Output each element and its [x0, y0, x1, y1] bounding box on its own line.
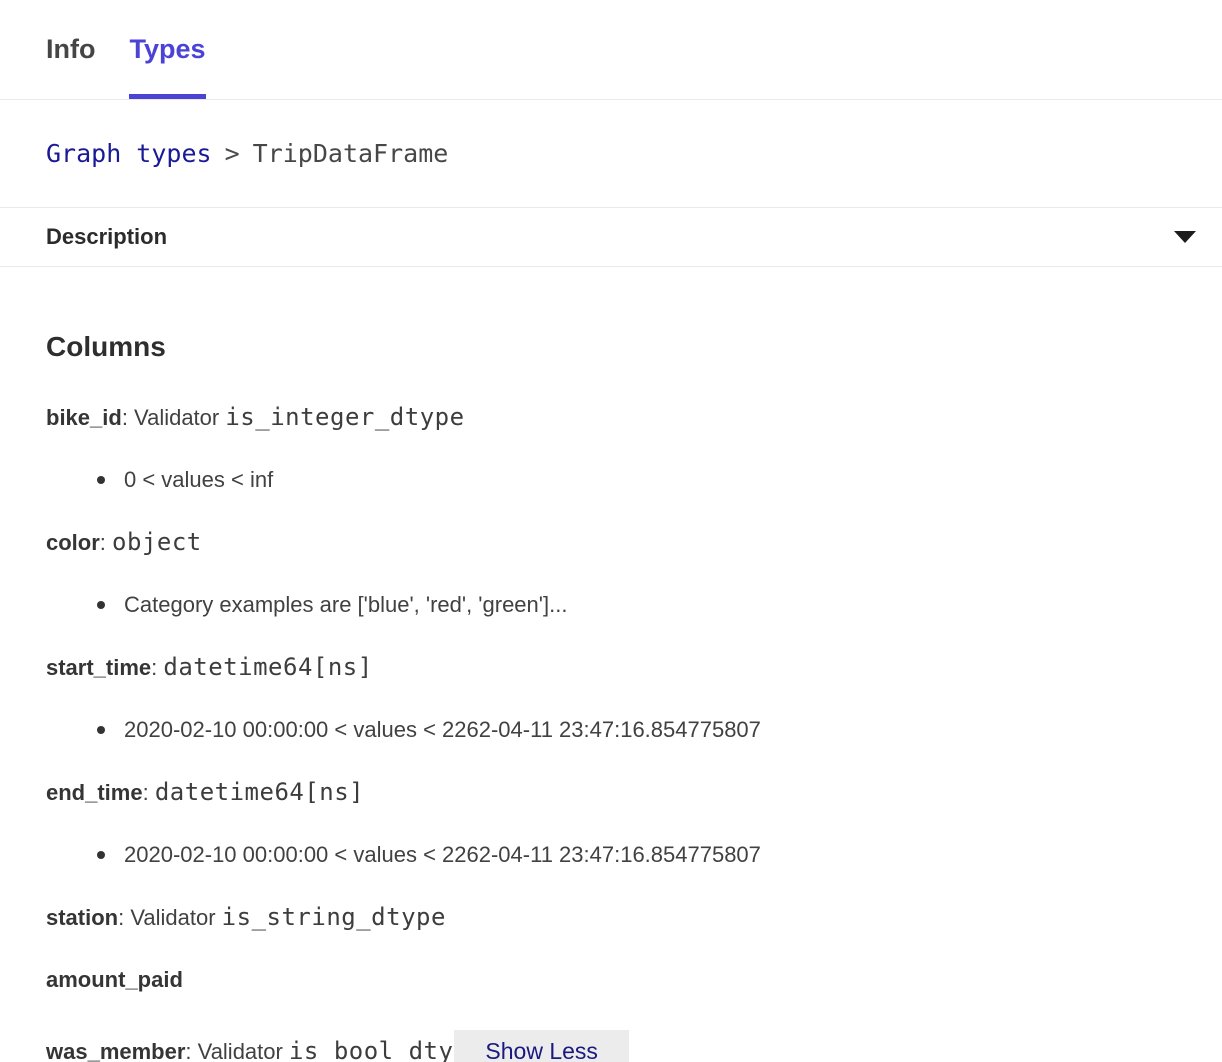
column-name: color	[46, 530, 100, 555]
show-less-button[interactable]: Show Less	[454, 1030, 629, 1062]
bullet-icon	[97, 601, 105, 609]
tab-info-label: Info	[46, 34, 95, 65]
column-name: end_time	[46, 780, 143, 805]
tab-types-label: Types	[129, 34, 205, 65]
column-annotation: :	[143, 780, 149, 805]
tab-types[interactable]: Types	[129, 0, 205, 99]
column-constraint-end-time: 2020-02-10 00:00:00 < values < 2262-04-1…	[46, 843, 1176, 867]
column-name: bike_id	[46, 405, 122, 430]
column-annotation: :	[151, 655, 157, 680]
column-dtype-code: is_integer_dtype	[225, 403, 464, 431]
breadcrumb-link-graph-types[interactable]: Graph types	[46, 139, 212, 168]
bullet-icon	[97, 851, 105, 859]
column-def-end-time: end_time: datetime64[ns]	[46, 780, 1176, 805]
description-title: Description	[46, 224, 167, 250]
column-name: station	[46, 905, 118, 930]
column-constraint-bike-id: 0 < values < inf	[46, 468, 1176, 492]
columns-section: Columns bike_id: Validator is_integer_dt…	[0, 331, 1222, 1062]
breadcrumb-separator: >	[225, 139, 240, 168]
constraint-text: 2020-02-10 00:00:00 < values < 2262-04-1…	[124, 718, 761, 742]
column-annotation: : Validator	[185, 1039, 282, 1062]
column-name: amount_paid	[46, 967, 183, 992]
column-annotation: :	[100, 530, 106, 555]
column-def-bike-id: bike_id: Validator is_integer_dtype	[46, 405, 1176, 430]
active-tab-indicator	[129, 94, 205, 99]
breadcrumb-current-page: TripDataFrame	[253, 139, 449, 168]
constraint-text: Category examples are ['blue', 'red', 'g…	[124, 593, 567, 617]
column-dtype-code: is_string_dtype	[222, 903, 446, 931]
column-dtype-code: object	[112, 528, 202, 556]
tab-bar: Info Types	[0, 0, 1222, 100]
bullet-icon	[97, 726, 105, 734]
column-def-color: color: object	[46, 530, 1176, 555]
column-dtype-code: is_bool_dty	[289, 1037, 453, 1062]
bullet-icon	[97, 476, 105, 484]
constraint-text: 0 < values < inf	[124, 468, 273, 492]
tab-info[interactable]: Info	[46, 0, 95, 99]
breadcrumb: Graph types > TripDataFrame	[0, 100, 1222, 208]
column-def-amount-paid: amount_paid	[46, 968, 1176, 992]
description-section-header[interactable]: Description	[0, 208, 1222, 267]
column-annotation: : Validator	[118, 905, 215, 930]
column-dtype-code: datetime64[ns]	[155, 778, 364, 806]
columns-heading: Columns	[46, 331, 1176, 363]
column-constraint-start-time: 2020-02-10 00:00:00 < values < 2262-04-1…	[46, 718, 1176, 742]
column-name: was_member	[46, 1039, 185, 1062]
column-def-start-time: start_time: datetime64[ns]	[46, 655, 1176, 680]
caret-down-icon[interactable]	[1174, 231, 1196, 243]
column-dtype-code: datetime64[ns]	[163, 653, 372, 681]
column-constraint-color: Category examples are ['blue', 'red', 'g…	[46, 593, 1176, 617]
column-def-was-member: was_member: Validator is_bool_dtyShow Le…	[46, 1030, 1176, 1062]
constraint-text: 2020-02-10 00:00:00 < values < 2262-04-1…	[124, 843, 761, 867]
column-annotation: : Validator	[122, 405, 219, 430]
column-def-station: station: Validator is_string_dtype	[46, 905, 1176, 930]
column-name: start_time	[46, 655, 151, 680]
